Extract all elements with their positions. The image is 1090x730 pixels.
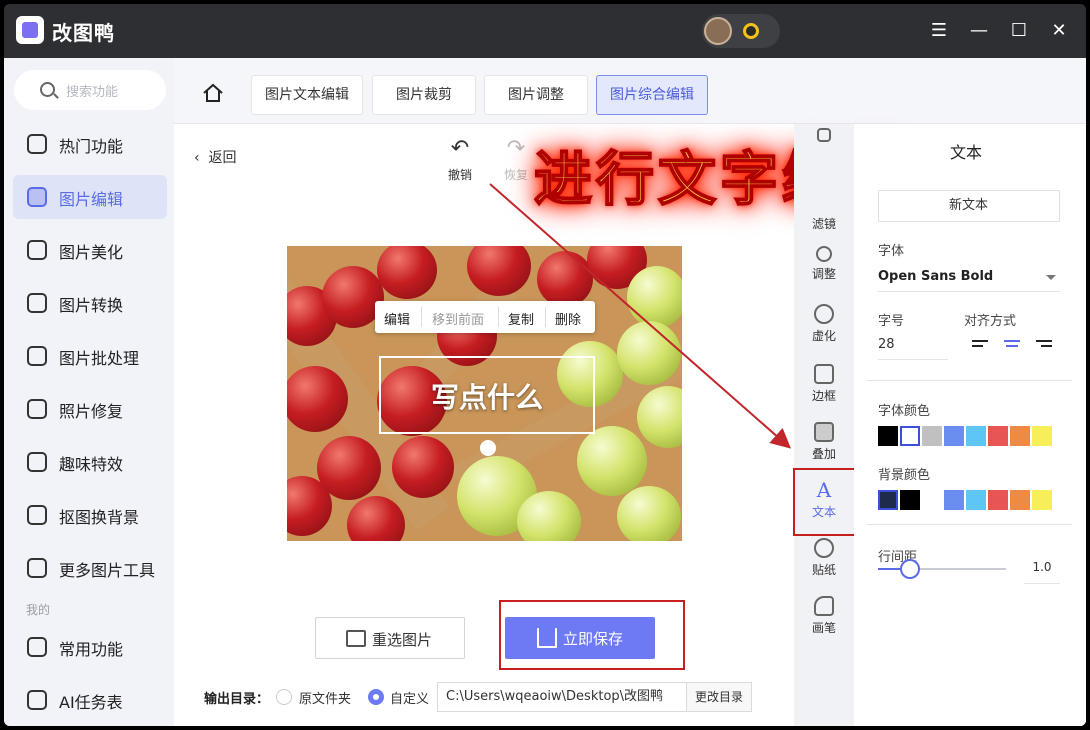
arrow-line <box>489 183 792 449</box>
app-window: 改图鸭 ☰ — ☐ ✕ 搜索功能 热门功能 图片编辑 图片美化 图片转换 图片批… <box>4 4 1086 726</box>
annotation-arrow <box>489 183 792 449</box>
